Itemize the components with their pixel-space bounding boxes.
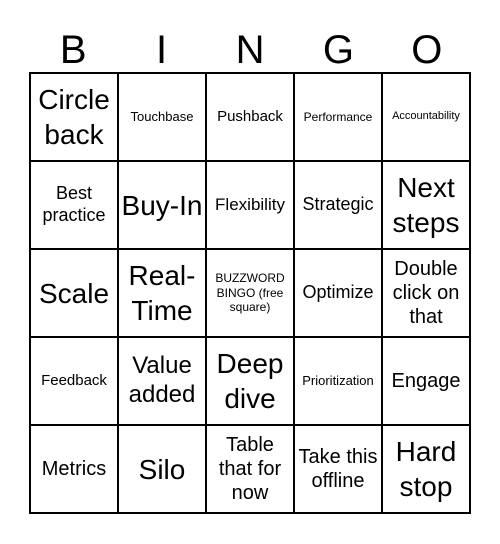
bingo-cell[interactable]: Real-Time <box>118 249 206 337</box>
header-letter: G <box>322 28 354 72</box>
bingo-cell[interactable]: Flexibility <box>206 161 294 249</box>
bingo-cell[interactable]: Double click on that <box>382 249 470 337</box>
bingo-cell[interactable]: Feedback <box>30 337 118 425</box>
bingo-grid: Circle back Touchbase Pushback Performan… <box>29 72 471 514</box>
bingo-cell[interactable]: Scale <box>30 249 118 337</box>
bingo-cell[interactable]: Buy-In <box>118 161 206 249</box>
bingo-cell[interactable]: Value added <box>118 337 206 425</box>
bingo-cell[interactable]: Table that for now <box>206 425 294 513</box>
bingo-cell[interactable]: Best practice <box>30 161 118 249</box>
bingo-cell[interactable]: Engage <box>382 337 470 425</box>
free-square[interactable]: BUZZWORD BINGO (free square) <box>206 249 294 337</box>
bingo-cell[interactable]: Deep dive <box>206 337 294 425</box>
bingo-cell[interactable]: Pushback <box>206 73 294 161</box>
header-letter: B <box>59 28 87 72</box>
bingo-cell[interactable]: Circle back <box>30 73 118 161</box>
bingo-cell[interactable]: Performance <box>294 73 382 161</box>
bingo-cell[interactable]: Touchbase <box>118 73 206 161</box>
bingo-cell[interactable]: Prioritization <box>294 337 382 425</box>
bingo-cell[interactable]: Accountability <box>382 73 470 161</box>
bingo-header: B I N G O <box>29 26 471 74</box>
bingo-cell[interactable]: Optimize <box>294 249 382 337</box>
bingo-cell[interactable]: Silo <box>118 425 206 513</box>
bingo-cell[interactable]: Strategic <box>294 161 382 249</box>
bingo-cell[interactable]: Take this offline <box>294 425 382 513</box>
header-letter: O <box>411 28 443 72</box>
bingo-cell[interactable]: Next steps <box>382 161 470 249</box>
bingo-cell[interactable]: Metrics <box>30 425 118 513</box>
header-letter: N <box>235 28 265 72</box>
bingo-cell[interactable]: Hard stop <box>382 425 470 513</box>
header-letter: I <box>156 28 168 72</box>
